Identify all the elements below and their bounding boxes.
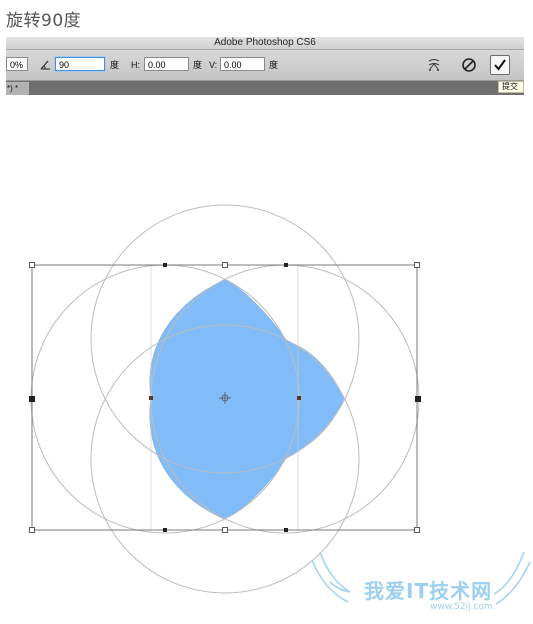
handle-top-left: [29, 262, 35, 268]
watermark-text: 我爱IT技术网: [364, 579, 493, 603]
watermark-url: www.52ij.com: [430, 602, 493, 612]
anchor-bottom-1: [163, 528, 167, 532]
handle-top-center: [222, 262, 228, 268]
anchor-inner-left: [149, 396, 153, 400]
document-canvas: [29, 204, 531, 605]
handle-bottom-left: [29, 527, 35, 533]
handle-top-right: [414, 262, 420, 268]
handle-middle-right: [415, 396, 421, 402]
handle-bottom-center: [222, 527, 228, 533]
handle-middle-left: [29, 396, 35, 402]
anchor-bottom-2: [284, 528, 288, 532]
anchor-top-1: [163, 263, 167, 267]
anchor-top-2: [284, 263, 288, 267]
handle-bottom-right: [414, 527, 420, 533]
blue-intersection-shape: [149, 279, 345, 520]
anchor-inner-right: [297, 396, 301, 400]
